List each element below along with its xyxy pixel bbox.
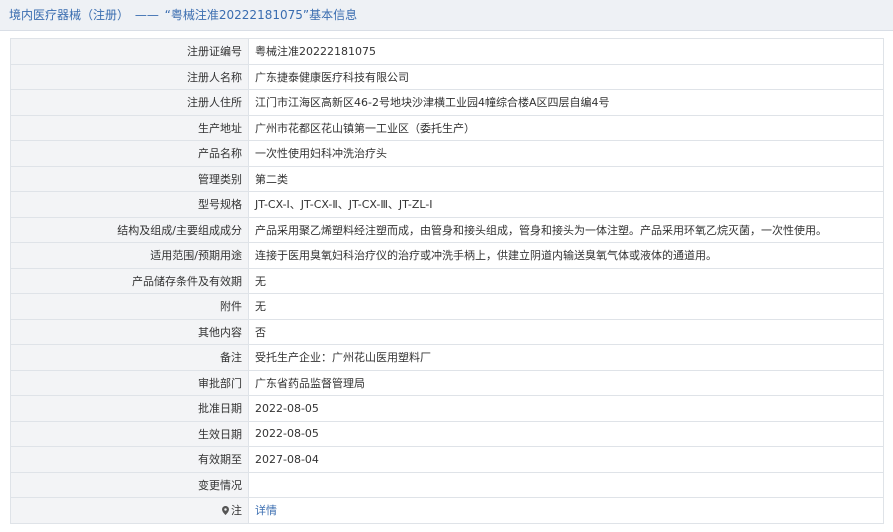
row-label: 产品储存条件及有效期 <box>10 267 249 294</box>
row-label: 注册人住所 <box>10 89 249 116</box>
row-value: 连接于医用臭氧妇科治疗仪的治疗或冲洗手柄上，供建立阴道内输送臭氧气体或液体的通道… <box>248 242 884 269</box>
row-value: 广东捷泰健康医疗科技有限公司 <box>248 63 884 90</box>
row-value: 一次性使用妇科冲洗治疗头 <box>248 140 884 167</box>
row-label: 生产地址 <box>10 114 249 141</box>
table-row: 生效日期 2022-08-05 <box>10 420 884 447</box>
note-value-cell: 详情 <box>248 497 884 524</box>
table-row: 生产地址 广州市花都区花山镇第一工业区（委托生产） <box>10 114 884 141</box>
table-row: 适用范围/预期用途 连接于医用臭氧妇科治疗仪的治疗或冲洗手柄上，供建立阴道内输送… <box>10 242 884 269</box>
row-value: 第二类 <box>248 165 884 192</box>
row-value: 广东省药品监督管理局 <box>248 369 884 396</box>
note-label: 注 <box>231 504 242 518</box>
row-label: 型号规格 <box>10 191 249 218</box>
table-row: 批准日期 2022-08-05 <box>10 395 884 422</box>
header-category: 境内医疗器械（注册） <box>9 8 130 22</box>
table-row: 附件 无 <box>10 293 884 320</box>
row-label: 注册人名称 <box>10 63 249 90</box>
row-label: 审批部门 <box>10 369 249 396</box>
row-value: 否 <box>248 318 884 345</box>
table-row: 其他内容 否 <box>10 318 884 345</box>
table-row: 管理类别 第二类 <box>10 165 884 192</box>
row-label: 适用范围/预期用途 <box>10 242 249 269</box>
row-label: 注册证编号 <box>10 38 249 65</box>
row-label: 产品名称 <box>10 140 249 167</box>
row-value: 2022-08-05 <box>248 420 884 447</box>
header-separator: —— <box>134 8 159 22</box>
page-header: 境内医疗器械（注册） —— “粤械注准20222181075”基本信息 <box>0 0 893 31</box>
row-value: JT-CX-Ⅰ、JT-CX-Ⅱ、JT-CX-Ⅲ、JT-ZL-Ⅰ <box>248 191 884 218</box>
row-label: 附件 <box>10 293 249 320</box>
table-row: 有效期至 2027-08-04 <box>10 446 884 473</box>
detail-table: 注册证编号 粤械注准20222181075 注册人名称 广东捷泰健康医疗科技有限… <box>10 38 884 524</box>
table-row: 注册证编号 粤械注准20222181075 <box>10 38 884 65</box>
header-record-title: “粤械注准20222181075”基本信息 <box>164 8 358 22</box>
table-row: 产品储存条件及有效期 无 <box>10 267 884 294</box>
table-row: 结构及组成/主要组成成分 产品采用聚乙烯塑料经注塑而成，由管身和接头组成，管身和… <box>10 216 884 243</box>
table-row: 变更情况 <box>10 471 884 498</box>
row-value: 无 <box>248 293 884 320</box>
row-label: 其他内容 <box>10 318 249 345</box>
row-value: 受托生产企业：广州花山医用塑料厂 <box>248 344 884 371</box>
table-row: 产品名称 一次性使用妇科冲洗治疗头 <box>10 140 884 167</box>
details-link[interactable]: 详情 <box>255 504 277 517</box>
row-value: 2022-08-05 <box>248 395 884 422</box>
row-value: 粤械注准20222181075 <box>248 38 884 65</box>
table-row: 备注 受托生产企业：广州花山医用塑料厂 <box>10 344 884 371</box>
table-row: 注册人名称 广东捷泰健康医疗科技有限公司 <box>10 63 884 90</box>
note-label-cell: 注 <box>10 497 249 524</box>
table-row: 注册人住所 江门市江海区高新区46-2号地块沙津横工业园4幢综合楼A区四层自编4… <box>10 89 884 116</box>
table-row: 审批部门 广东省药品监督管理局 <box>10 369 884 396</box>
row-label: 生效日期 <box>10 420 249 447</box>
row-value <box>248 471 884 498</box>
row-label: 结构及组成/主要组成成分 <box>10 216 249 243</box>
row-value: 广州市花都区花山镇第一工业区（委托生产） <box>248 114 884 141</box>
row-label: 备注 <box>10 344 249 371</box>
row-label: 管理类别 <box>10 165 249 192</box>
row-label: 变更情况 <box>10 471 249 498</box>
row-label: 批准日期 <box>10 395 249 422</box>
location-pin-icon <box>222 506 229 516</box>
table-row: 型号规格 JT-CX-Ⅰ、JT-CX-Ⅱ、JT-CX-Ⅲ、JT-ZL-Ⅰ <box>10 191 884 218</box>
row-value: 无 <box>248 267 884 294</box>
row-value: 江门市江海区高新区46-2号地块沙津横工业园4幢综合楼A区四层自编4号 <box>248 89 884 116</box>
row-value: 产品采用聚乙烯塑料经注塑而成，由管身和接头组成，管身和接头为一体注塑。产品采用环… <box>248 216 884 243</box>
row-value: 2027-08-04 <box>248 446 884 473</box>
note-row: 注 详情 <box>10 497 884 524</box>
row-label: 有效期至 <box>10 446 249 473</box>
